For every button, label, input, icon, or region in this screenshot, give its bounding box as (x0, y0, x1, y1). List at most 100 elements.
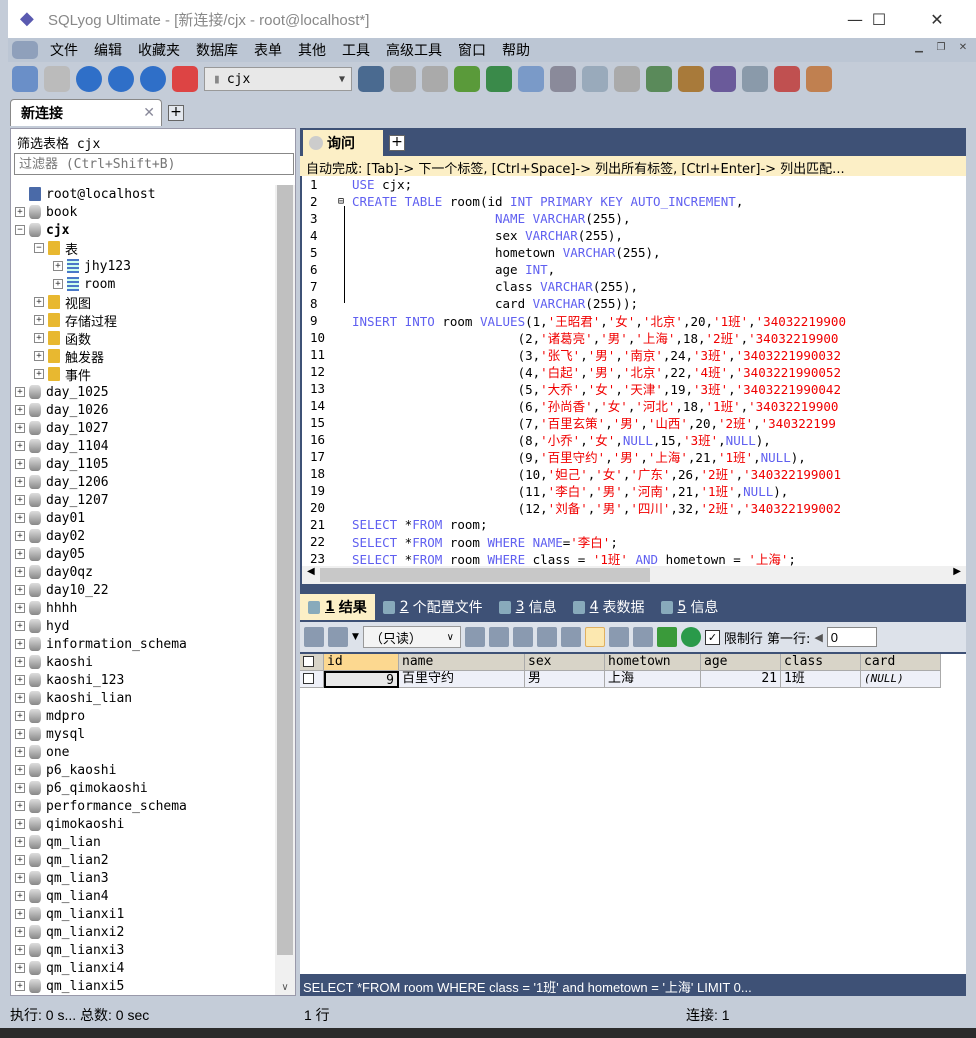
tree-item[interactable]: + day02 (11, 527, 275, 545)
chevron-down-icon[interactable]: ▼ (352, 632, 359, 642)
notification-icon[interactable] (742, 66, 768, 92)
tree-item[interactable]: − 表 (11, 239, 275, 258)
save-icon[interactable] (512, 627, 533, 647)
tree-item[interactable]: + day_1207 (11, 491, 275, 509)
tree-item[interactable]: + hhhh (11, 599, 275, 617)
row-checkbox[interactable] (300, 671, 324, 688)
tree-item[interactable]: + day_1025 (11, 383, 275, 401)
tree-item[interactable]: + qm_lianxi1 (11, 905, 275, 923)
delete-icon[interactable] (536, 627, 557, 647)
schema-designer-icon[interactable] (806, 66, 832, 92)
tree-item[interactable]: + qm_lian (11, 833, 275, 851)
menu-item[interactable]: 收藏夹 (130, 40, 188, 60)
export-grid-icon[interactable] (304, 627, 324, 647)
expand-icon[interactable]: + (15, 549, 25, 559)
filter-icon[interactable] (656, 627, 677, 647)
compare-icon[interactable] (646, 66, 672, 92)
grid-view-icon[interactable] (584, 627, 605, 647)
column-header[interactable]: name (399, 654, 525, 671)
scroll-right-icon[interactable]: ▶ (953, 566, 961, 577)
scrollbar-thumb[interactable] (320, 568, 650, 582)
tree-item[interactable]: + day10_22 (11, 581, 275, 599)
tree-item[interactable]: − cjx (11, 221, 275, 239)
copy-grid-icon[interactable] (328, 627, 348, 647)
tab-result-5[interactable]: 5 信息 (653, 594, 727, 620)
duplicate-row-icon[interactable] (488, 627, 509, 647)
text-view-icon[interactable] (632, 627, 653, 647)
add-query-tab-button[interactable]: + (389, 135, 405, 151)
table-cell[interactable]: (NULL) (861, 671, 941, 688)
execute-edit-icon[interactable] (140, 66, 166, 92)
tree-item[interactable]: + hyd (11, 617, 275, 635)
expand-icon[interactable]: + (15, 765, 25, 775)
expand-icon[interactable]: + (15, 567, 25, 577)
table-cell[interactable]: 男 (525, 671, 605, 688)
expand-icon[interactable]: + (15, 513, 25, 523)
tree-item[interactable]: + p6_qimokaoshi (11, 779, 275, 797)
menu-item[interactable]: 其他 (290, 40, 334, 60)
tree-item[interactable]: + mdpro (11, 707, 275, 725)
expand-icon[interactable]: + (15, 531, 25, 541)
expand-icon[interactable]: + (15, 207, 25, 217)
tree-item[interactable]: + 触发器 (11, 347, 275, 366)
scrollbar-thumb[interactable] (277, 185, 293, 955)
limit-rows-checkbox[interactable]: ✓ (704, 629, 720, 645)
tree-item[interactable]: root@localhost (11, 185, 275, 203)
filter-input[interactable] (14, 153, 294, 175)
expand-icon[interactable]: + (15, 963, 25, 973)
select-all-checkbox[interactable] (300, 654, 324, 671)
table-cell[interactable]: 21 (701, 671, 781, 688)
user-manager-icon[interactable] (358, 66, 384, 92)
tree-item[interactable]: + day_1027 (11, 419, 275, 437)
expand-icon[interactable]: + (15, 459, 25, 469)
menu-item[interactable]: 高级工具 (378, 40, 450, 60)
tree-item[interactable]: + p6_kaoshi (11, 761, 275, 779)
expand-icon[interactable]: + (15, 693, 25, 703)
tree-item[interactable]: + kaoshi (11, 653, 275, 671)
expand-icon[interactable]: + (34, 351, 44, 361)
expand-icon[interactable]: + (15, 621, 25, 631)
expand-icon[interactable]: + (53, 261, 63, 271)
expand-icon[interactable]: + (15, 423, 25, 433)
column-header[interactable]: class (781, 654, 861, 671)
tree-item[interactable]: + 函数 (11, 329, 275, 348)
restore-icon[interactable] (422, 66, 448, 92)
execute-query-icon[interactable] (76, 66, 102, 92)
scroll-left-icon[interactable]: ◀ (307, 566, 315, 577)
database-select[interactable]: ▮ cjx ▼ (204, 67, 352, 91)
expand-icon[interactable]: + (15, 495, 25, 505)
maximize-button[interactable]: ☐ (856, 0, 902, 38)
tree-item[interactable]: + mysql (11, 725, 275, 743)
schema-icon[interactable] (550, 66, 576, 92)
tree-item[interactable]: + day05 (11, 545, 275, 563)
expand-icon[interactable]: + (15, 801, 25, 811)
tree-item[interactable]: + day0qz (11, 563, 275, 581)
table-cell[interactable]: 百里守约 (399, 671, 525, 688)
new-query-icon[interactable] (44, 66, 70, 92)
menu-item[interactable]: 窗口 (450, 40, 494, 60)
refresh-icon[interactable] (680, 627, 701, 647)
menu-item[interactable]: 编辑 (86, 40, 130, 60)
tab-result-2[interactable]: 2 个配置文件 (375, 594, 491, 620)
tree-item[interactable]: + day01 (11, 509, 275, 527)
expand-icon[interactable]: + (15, 675, 25, 685)
collapse-icon[interactable]: − (15, 225, 25, 235)
tree-item[interactable]: + day_1105 (11, 455, 275, 473)
tree-item[interactable]: + performance_schema (11, 797, 275, 815)
tree-item[interactable]: + qimokaoshi (11, 815, 275, 833)
tree-item[interactable]: + qm_lianxi2 (11, 923, 275, 941)
tab-result-3[interactable]: 3 信息 (491, 594, 565, 620)
mdi-minimize-button[interactable]: ▁ (910, 42, 928, 58)
menu-item[interactable]: 工具 (334, 40, 378, 60)
tree-item[interactable]: + day_1026 (11, 401, 275, 419)
expand-icon[interactable]: + (15, 819, 25, 829)
tree-item[interactable]: + kaoshi_123 (11, 671, 275, 689)
expand-icon[interactable]: + (15, 747, 25, 757)
tree-item[interactable]: + qm_lian3 (11, 869, 275, 887)
table-row[interactable]: 9 百里守约男上海 21 1班 (NULL) (300, 671, 966, 688)
first-row-input[interactable] (826, 627, 877, 647)
sync-icon[interactable] (582, 66, 608, 92)
expand-icon[interactable]: + (15, 657, 25, 667)
expand-icon[interactable]: + (34, 369, 44, 379)
table-cell[interactable]: 1班 (781, 671, 861, 688)
